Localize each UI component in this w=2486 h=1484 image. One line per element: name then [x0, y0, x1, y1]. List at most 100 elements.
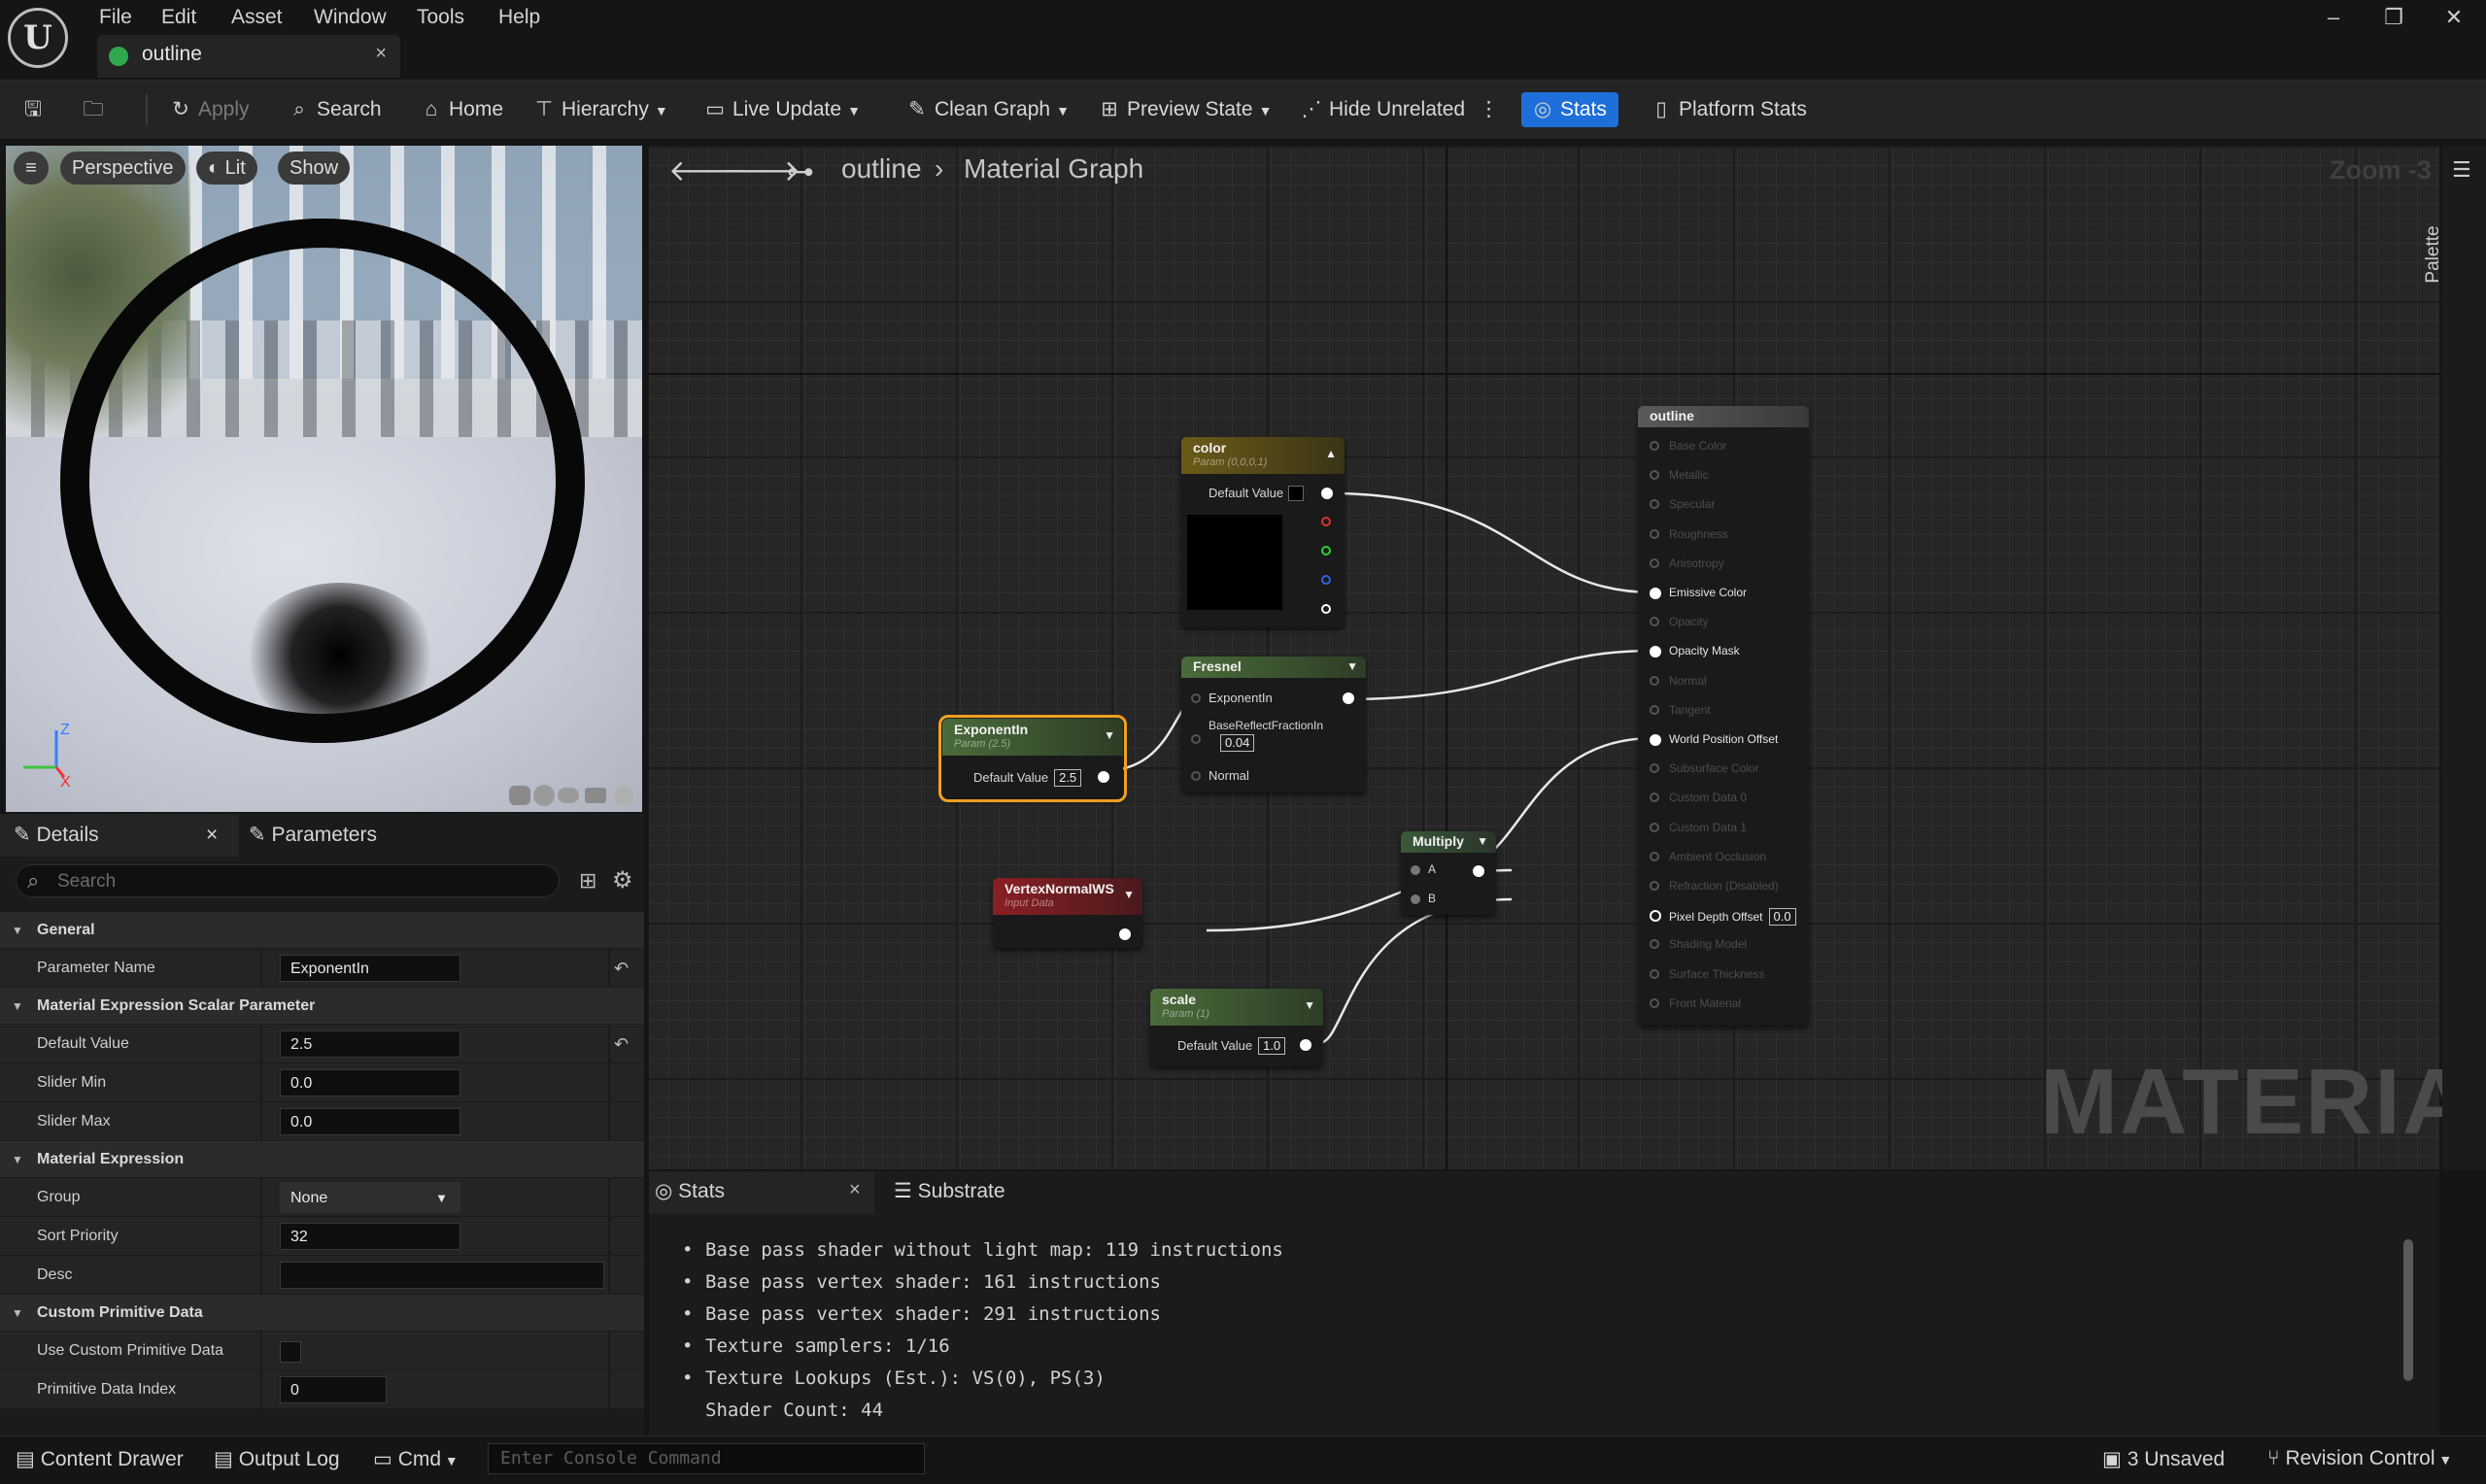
output-pin-2[interactable] [1650, 499, 1659, 510]
exponent-in-pin[interactable] [1191, 693, 1201, 703]
menu-window[interactable]: Window [314, 2, 387, 33]
output-pin-4[interactable] [1650, 557, 1659, 568]
tab-substrate[interactable]: ☰ Substrate [894, 1179, 1005, 1203]
sort-priority-field[interactable]: 32 [280, 1223, 460, 1250]
section-scalar-parameter[interactable]: Material Expression Scalar Parameter [0, 987, 644, 1025]
color-swatch[interactable] [1288, 486, 1304, 501]
close-window-icon[interactable]: ✕ [2433, 2, 2475, 33]
revision-control-button[interactable]: ⑂ Revision Control ▼ [2267, 1447, 2452, 1470]
menu-asset[interactable]: Asset [231, 2, 283, 33]
output-pin-12[interactable] [1650, 793, 1659, 803]
close-details-tab-icon[interactable]: × [206, 814, 218, 857]
stats-scrollbar[interactable] [2403, 1239, 2413, 1381]
output-pin-5[interactable] [1650, 588, 1661, 599]
output-pin-18[interactable] [1650, 968, 1659, 979]
tab-parameters[interactable]: ✎ Parameters [249, 814, 377, 857]
close-stats-tab-icon[interactable]: × [849, 1179, 861, 1201]
exponent-value[interactable]: 2.5 [1054, 769, 1082, 787]
browse-button[interactable]: 🗀 [80, 92, 111, 127]
palette-list-icon[interactable]: ☰ [2452, 157, 2471, 183]
section-general[interactable]: General [0, 911, 644, 949]
tab-stats[interactable]: ◎ Stats [655, 1179, 725, 1203]
output-pin-6[interactable] [1650, 617, 1659, 627]
slider-min-field[interactable]: 0.0 [280, 1069, 460, 1096]
pixel-depth-value[interactable]: 0.0 [1768, 908, 1796, 927]
output-pin-3[interactable] [1650, 528, 1659, 539]
preview-shape-icons[interactable] [507, 783, 638, 808]
multiply-output-pin[interactable] [1473, 865, 1484, 877]
restore-icon[interactable]: ❐ [2372, 2, 2415, 33]
color-g-pin[interactable] [1321, 546, 1331, 556]
output-pin-8[interactable] [1650, 675, 1659, 686]
color-r-pin[interactable] [1321, 517, 1331, 526]
menu-edit[interactable]: Edit [161, 2, 196, 33]
normal-pin[interactable] [1191, 771, 1201, 781]
toolbar-more-icon[interactable]: ⋮ [1479, 92, 1499, 127]
details-search-input[interactable]: Search [16, 864, 560, 897]
lit-button[interactable]: ◐ Lit [196, 152, 257, 185]
section-material-expression[interactable]: Material Expression [0, 1140, 644, 1178]
multiply-a-pin[interactable] [1411, 865, 1420, 875]
color-a-pin[interactable] [1321, 604, 1331, 614]
home-button[interactable]: ⌂ Home [418, 92, 503, 127]
show-button[interactable]: Show [278, 152, 351, 185]
output-pin-13[interactable] [1650, 822, 1659, 832]
vertex-output-pin[interactable] [1119, 928, 1131, 940]
save-button[interactable]: 🖫 [19, 92, 51, 127]
viewport-menu-icon[interactable]: ≡ [14, 152, 49, 185]
output-pin-10[interactable] [1650, 734, 1661, 746]
node-exponent-param[interactable]: ExponentIn Param (2.5) ▼ Default Value 2.… [938, 715, 1127, 802]
cmd-dropdown[interactable]: ▭ Cmd ▼ [373, 1447, 459, 1471]
search-button[interactable]: ⌕ Search [286, 92, 381, 127]
menu-tools[interactable]: Tools [417, 2, 464, 33]
hide-unrelated-button[interactable]: ⋰ Hide Unrelated [1298, 92, 1466, 127]
view-options-icon[interactable]: ⊞ [579, 868, 596, 894]
output-pin-7[interactable] [1650, 646, 1661, 658]
settings-gear-icon[interactable]: ⚙ [612, 866, 633, 894]
output-pin-17[interactable] [1650, 939, 1659, 950]
output-pin-9[interactable] [1650, 704, 1659, 715]
output-pin-16[interactable] [1650, 910, 1661, 923]
color-output-pin[interactable] [1321, 488, 1333, 499]
reset-arrow-icon[interactable]: ↶ [614, 1025, 629, 1063]
menu-file[interactable]: File [99, 2, 132, 33]
unreal-logo-icon[interactable]: U [8, 8, 68, 68]
slider-max-field[interactable]: 0.0 [280, 1108, 460, 1135]
node-fresnel[interactable]: Fresnel ▼ ExponentIn BaseReflectFraction… [1181, 657, 1366, 793]
preview-state-button[interactable]: ⊞ Preview State ▼ [1096, 92, 1272, 127]
color-b-pin[interactable] [1321, 575, 1331, 585]
section-custom-primitive-data[interactable]: Custom Primitive Data [0, 1294, 644, 1332]
content-drawer-button[interactable]: ▤ Content Drawer [16, 1447, 184, 1471]
base-reflect-pin[interactable] [1191, 734, 1201, 744]
default-value-field[interactable]: 2.5 [280, 1030, 460, 1058]
node-scale-param[interactable]: scale Param (1) ▼ Default Value 1.0 [1150, 989, 1323, 1066]
node-vertex-normal[interactable]: VertexNormalWS Input Data ▼ [993, 878, 1142, 948]
perspective-button[interactable]: Perspective [60, 152, 186, 185]
output-pin-11[interactable] [1650, 763, 1659, 774]
output-pin-19[interactable] [1650, 997, 1659, 1008]
hierarchy-button[interactable]: ⊤ Hierarchy ▼ [530, 92, 668, 127]
platform-stats-button[interactable]: ▯ Platform Stats [1648, 92, 1807, 127]
output-pin-1[interactable] [1650, 470, 1659, 481]
desc-field[interactable] [280, 1262, 604, 1289]
node-material-output[interactable]: outline Base Color Metallic Specular Roughn… [1638, 406, 1809, 1026]
node-multiply[interactable]: Multiply ▼ A B [1401, 831, 1496, 915]
scale-value[interactable]: 1.0 [1258, 1037, 1286, 1055]
apply-button[interactable]: ↻ Apply [167, 92, 249, 127]
document-tab-outline[interactable]: outline × [97, 35, 400, 78]
fresnel-output-pin[interactable] [1343, 692, 1354, 704]
output-pin-0[interactable] [1650, 441, 1659, 451]
output-pin-14[interactable] [1650, 851, 1659, 861]
clean-graph-button[interactable]: ✎ Clean Graph ▼ [903, 92, 1070, 127]
output-log-button[interactable]: ▤ Output Log [214, 1447, 340, 1471]
group-select[interactable]: None ▼ [280, 1182, 460, 1213]
use-custom-primitive-checkbox[interactable] [280, 1341, 301, 1363]
tab-details[interactable]: ✎ Details [14, 814, 99, 857]
palette-sidebar[interactable]: ☰ Palette [2423, 146, 2486, 1169]
node-color-param[interactable]: color Param (0,0,0,1) ▲ Default Value [1181, 437, 1345, 627]
close-tab-icon[interactable]: × [375, 43, 387, 65]
minimize-icon[interactable]: – [2312, 2, 2355, 33]
base-reflect-value[interactable]: 0.04 [1220, 734, 1255, 752]
reset-arrow-icon[interactable]: ↶ [614, 949, 629, 988]
console-input[interactable]: Enter Console Command [488, 1443, 925, 1474]
